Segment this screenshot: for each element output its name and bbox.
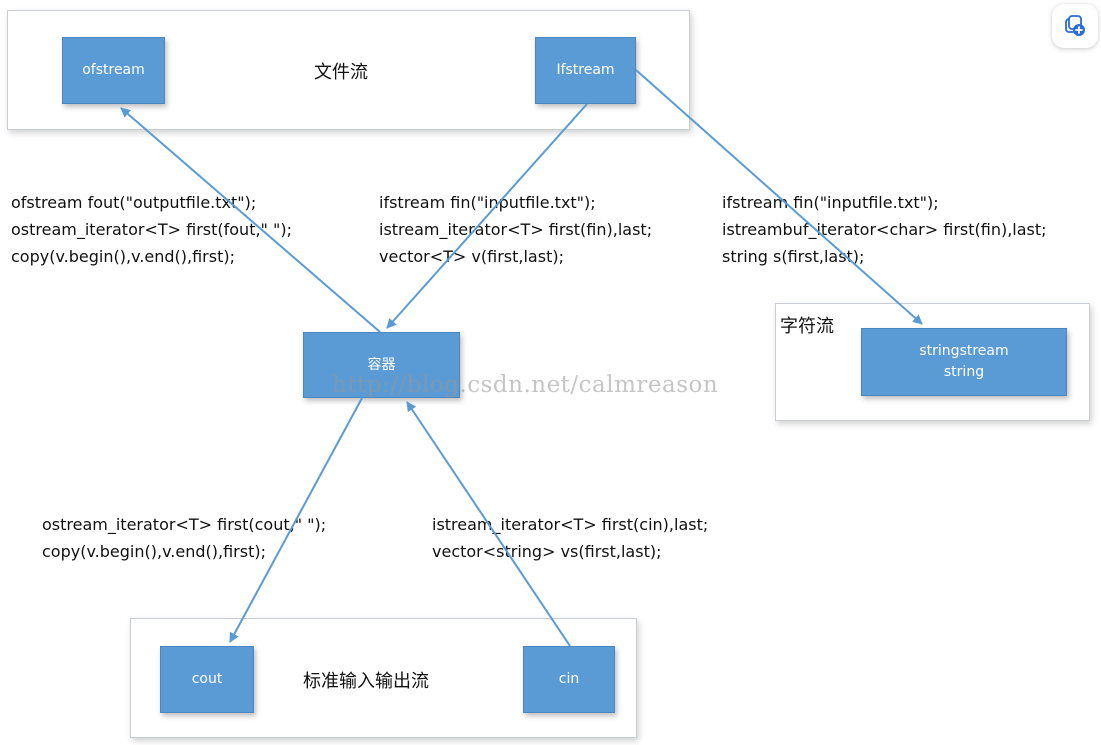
- arrow-container-to-ofstream: [120, 107, 381, 333]
- collection-add-button[interactable]: [1052, 4, 1098, 48]
- arrow-ifstream-to-container: [386, 103, 588, 329]
- collection-add-icon: [1065, 15, 1085, 36]
- arrow-container-to-cout: [229, 397, 363, 643]
- arrow-cin-to-container: [406, 401, 571, 647]
- watermark: http://blog.csdn.net/calmreason: [332, 372, 719, 398]
- arrow-ifstream-to-stringstream: [635, 69, 923, 325]
